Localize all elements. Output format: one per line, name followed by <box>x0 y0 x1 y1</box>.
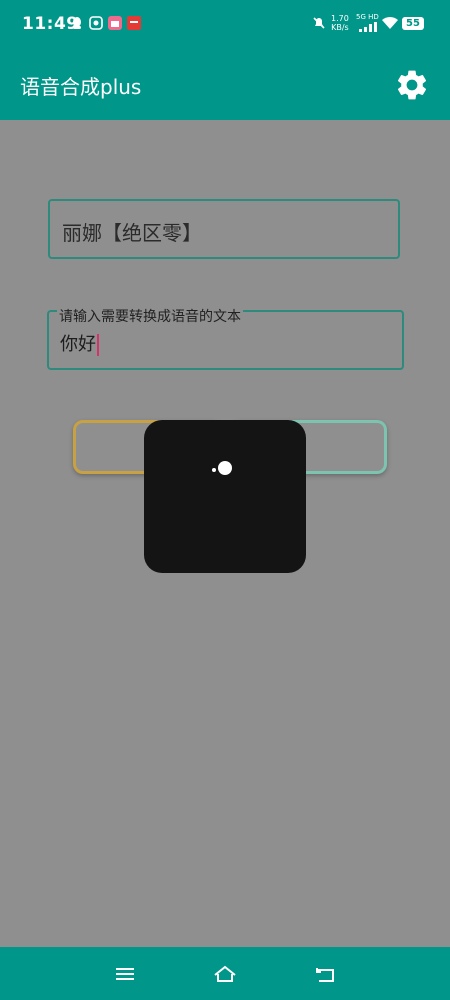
voice-select-value: 丽娜【绝区零】 <box>62 221 202 245</box>
loading-dialog <box>144 420 306 573</box>
menu-icon[interactable] <box>113 962 137 986</box>
text-input-text: 你好 <box>60 334 96 355</box>
shopping-icon <box>108 16 122 30</box>
network-speed-value: 1.70 <box>331 14 349 23</box>
mute-icon <box>313 17 325 29</box>
qq-icon <box>73 17 81 29</box>
voice-select[interactable]: 丽娜【绝区零】 <box>48 199 400 259</box>
gear-icon[interactable] <box>394 67 430 103</box>
signal-icon <box>359 22 377 32</box>
back-icon[interactable] <box>313 962 337 986</box>
navigation-bar <box>0 947 450 1000</box>
app-bar: 语音合成plus <box>0 50 450 120</box>
battery-level: 55 <box>406 18 420 29</box>
text-input-value: 你好 <box>60 330 99 356</box>
app-icon <box>89 16 103 30</box>
app-title: 语音合成plus <box>20 75 142 99</box>
spinner-dot <box>212 468 216 472</box>
home-icon[interactable] <box>213 962 237 986</box>
text-cursor <box>97 334 99 356</box>
text-input-label: 请输入需要转换成语音的文本 <box>57 309 243 325</box>
network-type: 5G HD <box>356 13 379 21</box>
text-input-field[interactable]: 请输入需要转换成语音的文本 你好 <box>47 309 404 370</box>
wifi-icon <box>382 16 398 29</box>
battery-icon: 55 <box>402 17 424 30</box>
status-bar: 11:49 1.70 KB/s 5G HD 55 <box>0 0 450 50</box>
network-speed-unit: KB/s <box>331 23 349 32</box>
news-icon <box>127 16 141 30</box>
network-speed: 1.70 KB/s <box>331 14 349 32</box>
spinner-icon <box>218 461 232 475</box>
